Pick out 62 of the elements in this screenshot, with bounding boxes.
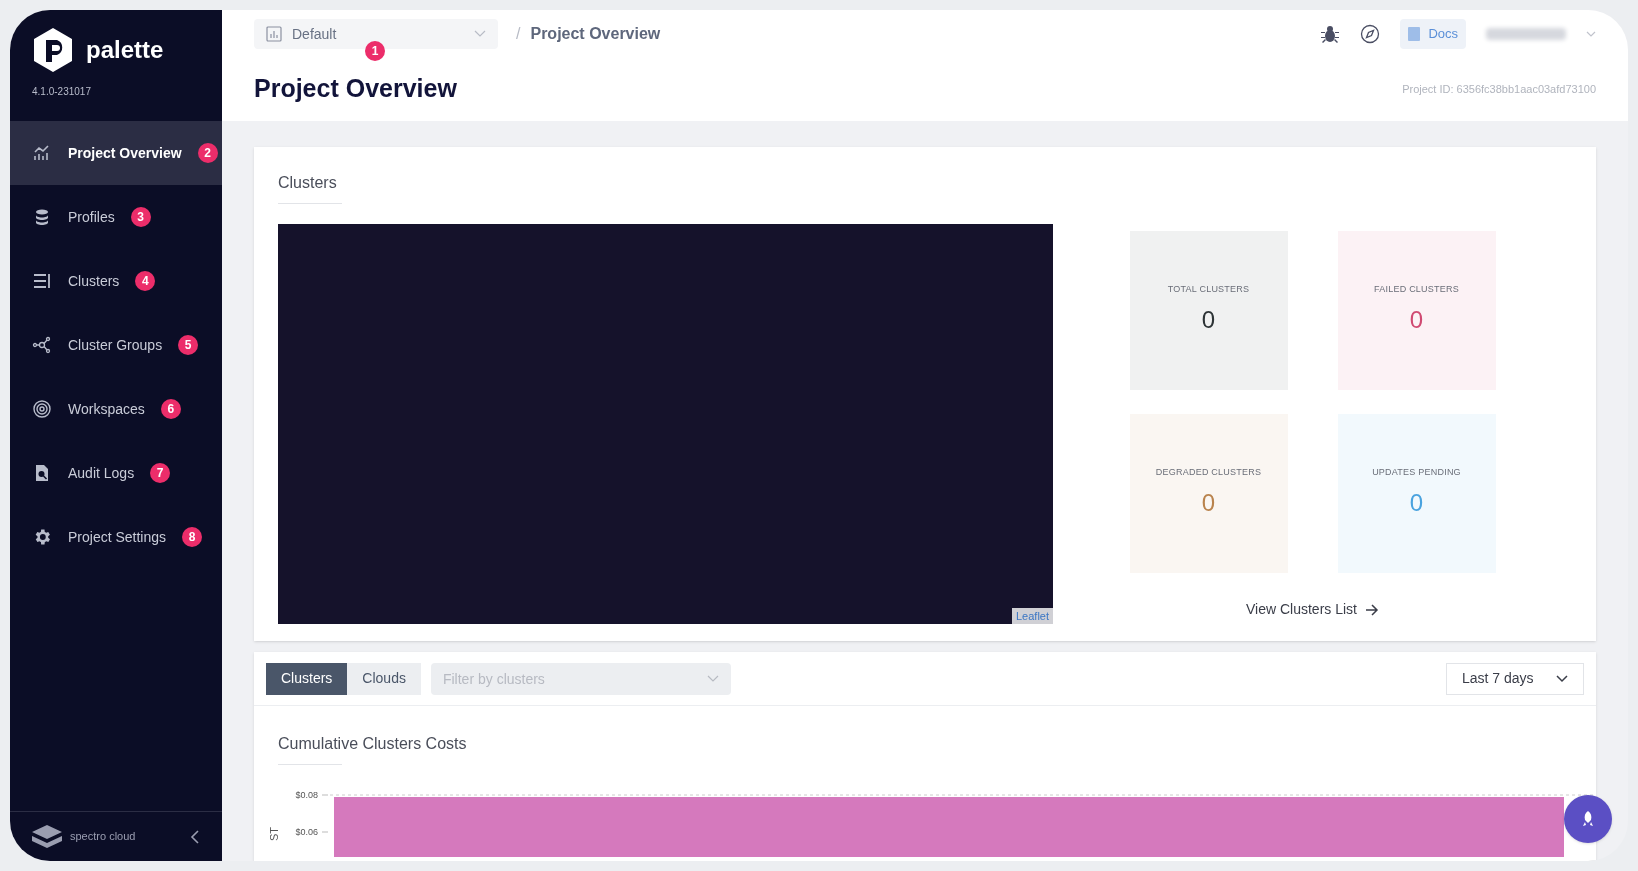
server-list-icon [32, 271, 52, 291]
target-icon [32, 399, 52, 419]
range-select[interactable]: Last 7 days [1446, 662, 1584, 695]
brand-text: spectro cloud [70, 829, 136, 845]
version-text: 4.1.0-231017 [32, 85, 92, 99]
breadcrumb-current: Project Overview [530, 24, 661, 44]
sidebar-item[interactable]: Clusters 4 [10, 249, 222, 313]
stat-value: 0 [1201, 488, 1216, 519]
collapse-chevron-icon[interactable] [190, 829, 200, 844]
number-badge: 8 [182, 527, 203, 547]
number-badge: 3 [130, 207, 151, 227]
chevron-down-icon [474, 30, 486, 38]
sidebar-label: Cluster Groups [68, 335, 163, 355]
chevron-down-icon [1556, 674, 1568, 683]
sidebar-item[interactable]: Project Overview 2 [10, 121, 222, 185]
y-tick: $0.06 [295, 827, 329, 837]
page-title: Project Overview [254, 73, 457, 104]
book-icon [1408, 27, 1421, 41]
sidebar-label: Project Overview [68, 143, 182, 163]
sidebar-label: Project Settings [68, 527, 167, 547]
project-id: Project ID: 6356fc38bb1aac03afd73100 [1402, 82, 1596, 97]
stat-label: DEGRADED CLUSTERS [1155, 465, 1262, 479]
chart-icon [32, 143, 52, 163]
stat-label: FAILED CLUSTERS [1374, 282, 1459, 296]
number-badge: 1 [365, 41, 385, 61]
spectro-cloud-logo-icon [32, 824, 62, 849]
compass-icon[interactable] [1360, 24, 1381, 44]
view-clusters-link[interactable]: View Clusters List [1246, 599, 1379, 620]
sidebar-item[interactable]: Cluster Groups 5 [10, 313, 222, 377]
logo-text: palette [86, 35, 164, 65]
bug-icon[interactable] [1320, 24, 1341, 44]
stat-value: 0 [1201, 305, 1216, 336]
axis-label: ST [268, 826, 280, 841]
y-tick: $0.08 [295, 790, 329, 800]
breadcrumb-separator: / [516, 24, 521, 44]
sidebar-label: Workspaces [68, 399, 145, 419]
sidebar-item[interactable]: Profiles 3 [10, 185, 222, 249]
number-badge: 2 [197, 143, 218, 163]
chart-title: Cumulative Clusters Costs [278, 734, 468, 754]
stat-value: 0 [1409, 305, 1424, 336]
tab[interactable]: Clusters [266, 662, 348, 695]
sidebar-label: Clusters [68, 271, 120, 291]
network-nodes-icon [32, 335, 52, 355]
stat-label: UPDATES PENDING [1372, 465, 1461, 479]
sidebar-item[interactable]: Project Settings 8 [10, 505, 222, 569]
stat-label: TOTAL CLUSTERS [1167, 282, 1250, 296]
tab[interactable]: Clouds [347, 662, 421, 695]
sidebar-item[interactable]: Audit Logs 7 [10, 441, 222, 505]
arrow-right-icon [1365, 603, 1379, 616]
stat-value: 0 [1409, 488, 1424, 519]
number-badge: 4 [135, 271, 156, 291]
number-badge: 6 [160, 399, 181, 419]
chevron-down-icon [706, 674, 719, 683]
sidebar-item[interactable]: Workspaces 6 [10, 377, 222, 441]
palette-logo-icon [32, 28, 74, 72]
number-badge: 5 [178, 335, 199, 355]
number-badge: 7 [150, 463, 171, 483]
sidebar-label: Profiles [68, 207, 115, 227]
section-title: Clusters [278, 173, 338, 193]
sidebar-label: Audit Logs [68, 463, 135, 483]
select-value: Default [292, 24, 337, 44]
bar-chart-icon [266, 26, 282, 42]
